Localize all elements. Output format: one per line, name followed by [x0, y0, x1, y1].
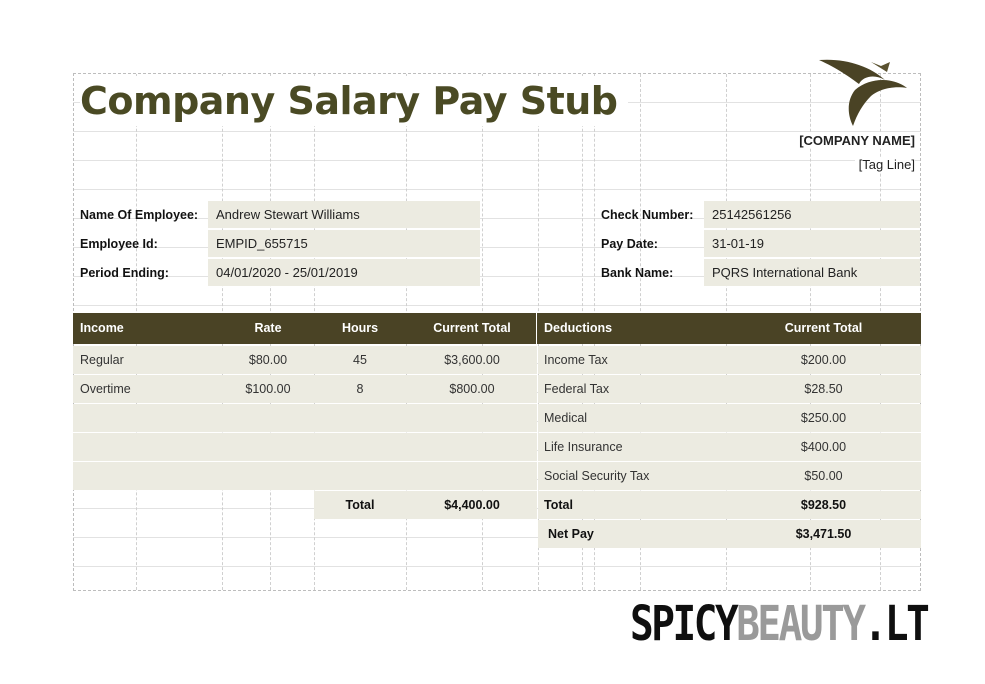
- rate-header: Rate: [254, 321, 282, 335]
- bird-logo-icon: [819, 59, 907, 126]
- page-title: Company Salary Pay Stub: [80, 76, 628, 126]
- bank-name-value: PQRS International Bank: [704, 259, 920, 286]
- deductions-header: Deductions: [544, 321, 613, 335]
- deduction-row-name: Federal Tax: [544, 382, 610, 396]
- deductions-current-total-header: Current Total: [784, 321, 863, 335]
- income-total-label: Total: [345, 498, 375, 512]
- deductions-total-label: Total: [544, 498, 573, 512]
- deductions-total-value: $928.50: [800, 498, 847, 512]
- deduction-row-total: $200.00: [800, 353, 847, 367]
- income-row-hours: 45: [353, 353, 367, 367]
- deduction-row-name: Life Insurance: [544, 440, 623, 454]
- income-header: Income: [80, 321, 124, 335]
- company-name: [COMPANY NAME]: [795, 133, 915, 148]
- pay-date-value: 31-01-19: [704, 230, 920, 257]
- income-row-hours: 8: [356, 382, 364, 396]
- income-row-total: $800.00: [449, 382, 495, 396]
- period-ending-label: Period Ending:: [80, 266, 169, 280]
- income-row-total: $3,600.00: [444, 353, 500, 367]
- watermark-suffix: .LT: [863, 596, 930, 652]
- check-number-label: Check Number:: [601, 208, 694, 222]
- tag-line: [Tag Line]: [854, 157, 915, 172]
- net-pay-label: Net Pay: [548, 527, 594, 541]
- watermark-dark: SPICY: [630, 596, 739, 652]
- deduction-row-total: $50.00: [804, 469, 843, 483]
- income-row-name: Regular: [80, 353, 124, 367]
- pay-date-label: Pay Date:: [601, 237, 658, 251]
- income-total-value: $4,400.00: [444, 498, 500, 512]
- employee-name-value: Andrew Stewart Williams: [208, 201, 480, 228]
- employee-id-value: EMPID_655715: [208, 230, 480, 257]
- income-row-rate: $80.00: [248, 353, 288, 367]
- watermark-logo: SPICYBEAUTY.LT: [630, 596, 930, 652]
- deduction-row-name: Medical: [544, 411, 588, 425]
- employee-name-label: Name Of Employee:: [80, 208, 199, 222]
- net-pay-value: $3,471.50: [795, 527, 852, 541]
- check-number-value: 25142561256: [704, 201, 920, 228]
- employee-id-label: Employee Id:: [80, 237, 158, 251]
- income-row-name: Overtime: [80, 382, 131, 396]
- period-ending-value: 04/01/2020 - 25/01/2019: [208, 259, 480, 286]
- watermark-light: BEAUTY: [736, 596, 866, 652]
- bank-name-label: Bank Name:: [601, 266, 674, 280]
- deduction-row-name: Social Security Tax: [544, 469, 650, 483]
- deduction-row-total: $400.00: [800, 440, 847, 454]
- income-row-rate: $100.00: [245, 382, 291, 396]
- deduction-row-name: Income Tax: [544, 353, 608, 367]
- deduction-row-total: $28.50: [804, 382, 843, 396]
- deduction-row-total: $250.00: [800, 411, 847, 425]
- income-current-total-header: Current Total: [433, 321, 511, 335]
- hours-header: Hours: [341, 321, 379, 335]
